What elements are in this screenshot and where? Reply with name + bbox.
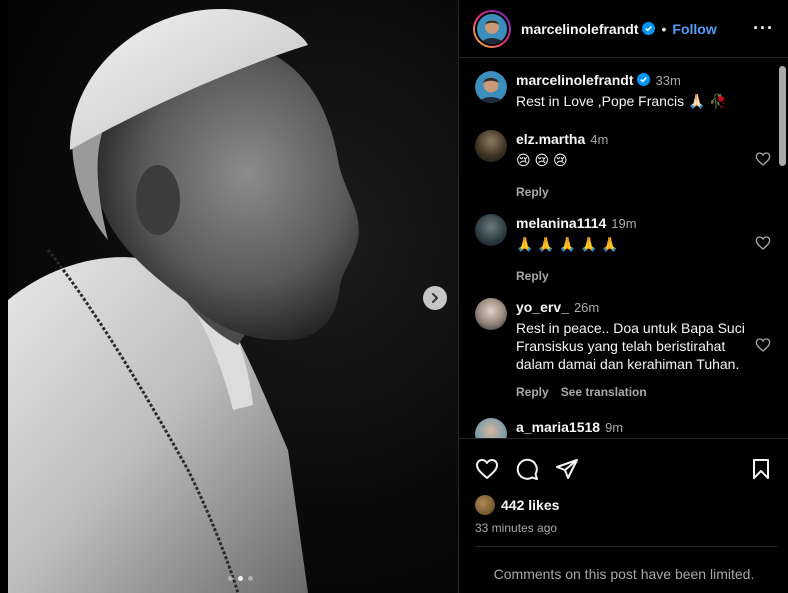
reply-button[interactable]: Reply (516, 185, 549, 199)
verified-badge-icon (642, 22, 656, 35)
next-slide-button[interactable] (423, 286, 447, 310)
carousel-dot (228, 576, 233, 581)
more-options-button[interactable]: ··· (753, 18, 774, 39)
comment-time: 19m (611, 216, 637, 231)
comment-time: 26m (573, 300, 600, 315)
likes-count[interactable]: 442 likes (501, 497, 559, 513)
verified-badge-icon (637, 73, 651, 86)
caption-text: Rest in Love ,Pope Francis 🙏🏻 🥀 (516, 93, 727, 109)
commenter-avatar[interactable] (475, 130, 507, 162)
share-icon[interactable] (555, 457, 579, 481)
comment-item: a_maria1518 9m (475, 418, 771, 438)
comment-text: 🙏 🙏 🙏 🙏 🙏 (516, 236, 619, 252)
comment-time: 4m (590, 132, 609, 147)
divider (475, 546, 777, 547)
post-timestamp[interactable]: 33 minutes ago (459, 515, 788, 535)
see-translation-button[interactable]: See translation (561, 385, 647, 399)
comment-item: yo_erv_ 26m Rest in peace.. Doa untuk Bap… (475, 298, 771, 401)
post-details-panel: marcelinolefrandt • Follow ··· marcelino… (458, 0, 788, 593)
comment-heart-icon[interactable] (755, 151, 771, 167)
reply-button[interactable]: Reply (516, 269, 549, 283)
comment-username[interactable]: elz.martha (516, 131, 585, 147)
comment-heart-icon[interactable] (755, 337, 771, 353)
carousel-indicator (228, 576, 253, 581)
carousel-dot-active (238, 576, 243, 581)
commenter-avatar[interactable] (475, 298, 507, 330)
commenter-avatar[interactable] (475, 418, 507, 438)
reply-button[interactable]: Reply (516, 385, 549, 399)
comment-text: Rest in peace.. Doa untuk Bapa Suci Fran… (516, 320, 745, 372)
carousel-dot (248, 576, 253, 581)
bookmark-icon[interactable] (749, 457, 773, 481)
comment-username[interactable]: marcelinolefrandt (516, 72, 633, 88)
caption: marcelinolefrandt 33m Rest in Love ,Pope … (475, 71, 771, 110)
comment-icon[interactable] (515, 457, 539, 481)
comment-text: 😢 😢 😢 (516, 152, 568, 168)
follow-button[interactable]: Follow (672, 21, 716, 37)
comment-username[interactable]: melanina1114 (516, 215, 606, 231)
comments-list[interactable]: marcelinolefrandt 33m Rest in Love ,Pope … (459, 59, 777, 438)
pope-portrait-image (8, 9, 359, 593)
commenter-avatar[interactable] (475, 214, 507, 246)
comments-limited-notice: Comments on this post have been limited. (493, 566, 755, 582)
comment-username[interactable]: a_maria1518 (516, 419, 600, 435)
comment-item: melanina1114 19m 🙏 🙏 🙏 🙏 🙏 Reply (475, 214, 771, 285)
liker-avatar[interactable] (475, 495, 495, 515)
comment-heart-icon[interactable] (755, 235, 771, 251)
post-actions: 442 likes 33 minutes ago (459, 438, 788, 535)
comment-time: 33m (655, 73, 681, 88)
comment-time: 9m (605, 420, 624, 435)
post-image (8, 0, 458, 593)
author-username[interactable]: marcelinolefrandt (521, 21, 638, 37)
heart-icon[interactable] (475, 457, 499, 481)
caption-avatar[interactable] (475, 71, 507, 103)
comment-item: elz.martha 4m 😢 😢 😢 Reply (475, 130, 771, 201)
post-image-panel (0, 0, 458, 593)
author-avatar[interactable] (473, 9, 511, 48)
separator-dot: • (661, 20, 667, 37)
chevron-right-icon (432, 293, 438, 303)
comment-username[interactable]: yo_erv_ (516, 299, 569, 315)
scrollbar-thumb[interactable] (779, 66, 786, 166)
comments-scrollbar[interactable] (778, 66, 786, 436)
post-header: marcelinolefrandt • Follow ··· (459, 0, 788, 58)
